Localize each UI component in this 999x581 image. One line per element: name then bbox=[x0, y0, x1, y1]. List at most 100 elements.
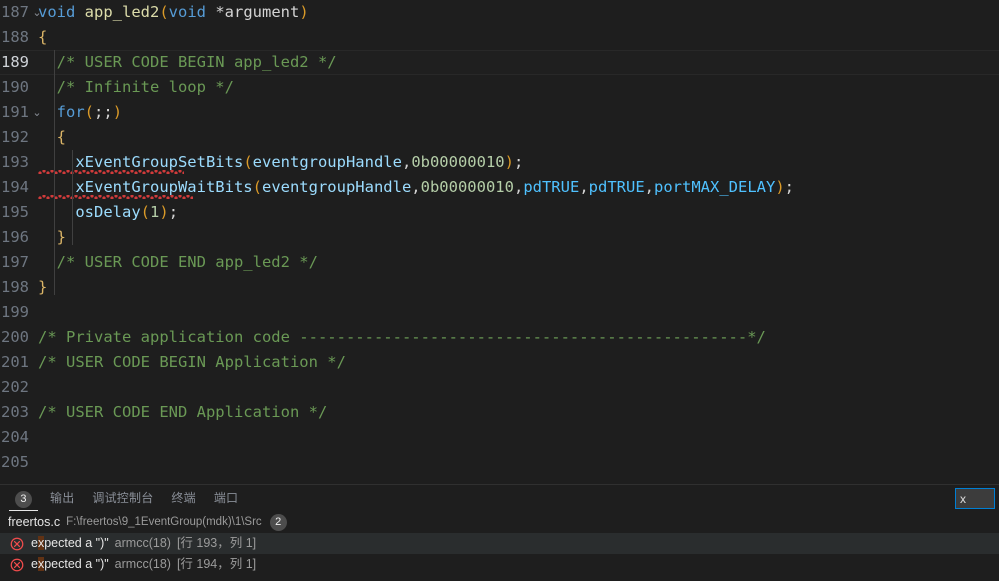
code-line[interactable]: 202 bbox=[0, 375, 999, 400]
line-number: 194 bbox=[1, 178, 29, 196]
line-number: 190 bbox=[1, 78, 29, 96]
code-token: , bbox=[644, 178, 654, 196]
code-token: ( bbox=[243, 153, 253, 171]
code-text: for(;;) bbox=[38, 100, 122, 125]
code-line[interactable]: 191 ⌄ for(;;) bbox=[0, 100, 999, 125]
code-token: pdTRUE bbox=[588, 178, 645, 196]
code-token: ( bbox=[140, 203, 150, 221]
problem-source: armcc(18) bbox=[114, 557, 171, 571]
error-icon-glyph bbox=[10, 537, 24, 550]
code-line[interactable]: 195 osDelay(1); bbox=[0, 200, 999, 225]
problem-row-list: expected a ")" armcc(18) [行 193，列 1] expect… bbox=[0, 533, 999, 575]
code-token: 0b00000010 bbox=[411, 153, 505, 171]
code-token: { bbox=[38, 28, 48, 46]
file-path: F:\freertos\9_1EventGroup(mdk)\1\Src bbox=[66, 516, 262, 528]
code-token: portMAX_DELAY bbox=[654, 178, 776, 196]
code-token: xEventGroupSetBits bbox=[75, 153, 244, 171]
code-line[interactable]: 203 /* USER CODE END Application */ bbox=[0, 400, 999, 425]
problem-row[interactable]: expected a ")" armcc(18) [行 193，列 1] bbox=[0, 533, 999, 554]
line-number: 200 bbox=[1, 328, 29, 346]
error-icon bbox=[10, 537, 24, 551]
code-text: { bbox=[38, 125, 66, 150]
filter-match-highlight: x bbox=[37, 557, 45, 571]
tab-terminal[interactable]: 终端 bbox=[162, 485, 204, 511]
code-text: /* USER CODE BEGIN app_led2 */ bbox=[38, 50, 337, 75]
code-line[interactable]: 205 bbox=[0, 450, 999, 475]
code-line[interactable]: 198} bbox=[0, 275, 999, 300]
code-text: /* USER CODE END app_led2 */ bbox=[38, 250, 318, 275]
code-token: , bbox=[401, 153, 412, 171]
filter-match-highlight: x bbox=[37, 536, 45, 550]
tab-problems[interactable]: 3 bbox=[6, 485, 41, 511]
code-line[interactable]: 188 { bbox=[0, 25, 999, 50]
line-number: 204 bbox=[1, 428, 29, 446]
code-token: 1 bbox=[150, 203, 160, 221]
bottom-panel: 3 输出 调试控制台 终端 端口 x freertos.c F:\freertos\9_… bbox=[0, 484, 999, 581]
code-line[interactable]: 197 /* USER CODE END app_led2 */ bbox=[0, 250, 999, 275]
code-line[interactable]: 187 ⌄ void app_led2(void *argument) bbox=[0, 0, 999, 25]
file-name: freertos.c bbox=[8, 515, 61, 529]
code-token: eventgroupHandle bbox=[252, 153, 402, 171]
code-token: /* USER CODE END Application */ bbox=[38, 403, 328, 421]
code-line[interactable]: 189 /* USER CODE BEGIN app_led2 */ bbox=[0, 50, 999, 75]
code-token: ; bbox=[784, 178, 795, 196]
code-line[interactable]: 196 } bbox=[0, 225, 999, 250]
code-token: /* USER CODE END app_led2 */ bbox=[38, 253, 318, 271]
tab-ports[interactable]: 端口 bbox=[205, 485, 247, 511]
code-token: , bbox=[411, 178, 421, 196]
code-line[interactable]: 199 bbox=[0, 300, 999, 325]
problem-message: expected a ")" bbox=[31, 536, 109, 550]
code-line[interactable]: 192 { bbox=[0, 125, 999, 150]
code-token: ) bbox=[775, 178, 785, 196]
error-squiggle bbox=[38, 170, 184, 174]
line-number: 198 bbox=[1, 278, 29, 296]
line-number: 196 bbox=[1, 228, 29, 246]
line-number: 203 bbox=[1, 403, 29, 421]
code-line[interactable]: 201 /* USER CODE BEGIN Application */ bbox=[0, 350, 999, 375]
code-line[interactable]: 193 xEventGroupSetBits(eventgroupHandle,… bbox=[0, 150, 999, 175]
problems-file-group-header[interactable]: freertos.c F:\freertos\9_1EventGroup(mdk… bbox=[0, 511, 999, 533]
code-text: } bbox=[38, 225, 66, 250]
code-token: , bbox=[513, 178, 524, 196]
line-number: 191 bbox=[1, 103, 29, 121]
line-number: 195 bbox=[1, 203, 29, 221]
code-text: /* USER CODE END Application */ bbox=[38, 400, 327, 425]
tab-label: 调试控制台 bbox=[92, 491, 154, 505]
code-token: ; bbox=[168, 203, 179, 221]
line-number: 192 bbox=[1, 128, 29, 146]
code-line[interactable]: 200 /* Private application code ---------… bbox=[0, 325, 999, 350]
tab-debug-console[interactable]: 调试控制台 bbox=[83, 485, 162, 511]
code-token: void bbox=[168, 3, 216, 21]
code-token: osDelay bbox=[75, 203, 141, 221]
line-number: 187 bbox=[1, 3, 29, 21]
problem-message: expected a ")" bbox=[31, 557, 109, 571]
code-token: /* USER CODE BEGIN Application */ bbox=[38, 353, 346, 371]
code-token: ( bbox=[252, 178, 262, 196]
code-editor[interactable]: 187 ⌄ void app_led2(void *argument) 188 {189… bbox=[0, 0, 999, 484]
line-number: 197 bbox=[1, 253, 29, 271]
code-token: ; bbox=[513, 153, 524, 171]
code-line[interactable]: 190 /* Infinite loop */ bbox=[0, 75, 999, 100]
code-token: ) bbox=[299, 3, 309, 21]
tab-label: 端口 bbox=[213, 491, 239, 505]
code-line[interactable]: 204 bbox=[0, 425, 999, 450]
tab-output[interactable]: 输出 bbox=[41, 485, 83, 511]
line-number: 188 bbox=[1, 28, 29, 46]
code-token: ) bbox=[112, 103, 123, 121]
code-token: ) bbox=[504, 153, 514, 171]
code-token: app_led2 bbox=[84, 3, 160, 21]
tab-label: 输出 bbox=[50, 491, 75, 505]
file-problem-count-badge: 2 bbox=[269, 513, 287, 531]
problem-location: [行 194，列 1] bbox=[176, 557, 257, 571]
code-token: } bbox=[38, 278, 48, 296]
problem-row[interactable]: expected a ")" armcc(18) [行 194，列 1] bbox=[0, 554, 999, 575]
code-token: , bbox=[579, 178, 589, 196]
code-line[interactable]: 194 xEventGroupWaitBits(eventgroupHandle… bbox=[0, 175, 999, 200]
problems-filter-input[interactable]: x bbox=[955, 488, 995, 509]
code-token: ;; bbox=[94, 103, 113, 121]
indent-guide bbox=[54, 50, 55, 295]
code-token: ( bbox=[84, 103, 95, 121]
code-token: /* Infinite loop */ bbox=[38, 78, 234, 96]
